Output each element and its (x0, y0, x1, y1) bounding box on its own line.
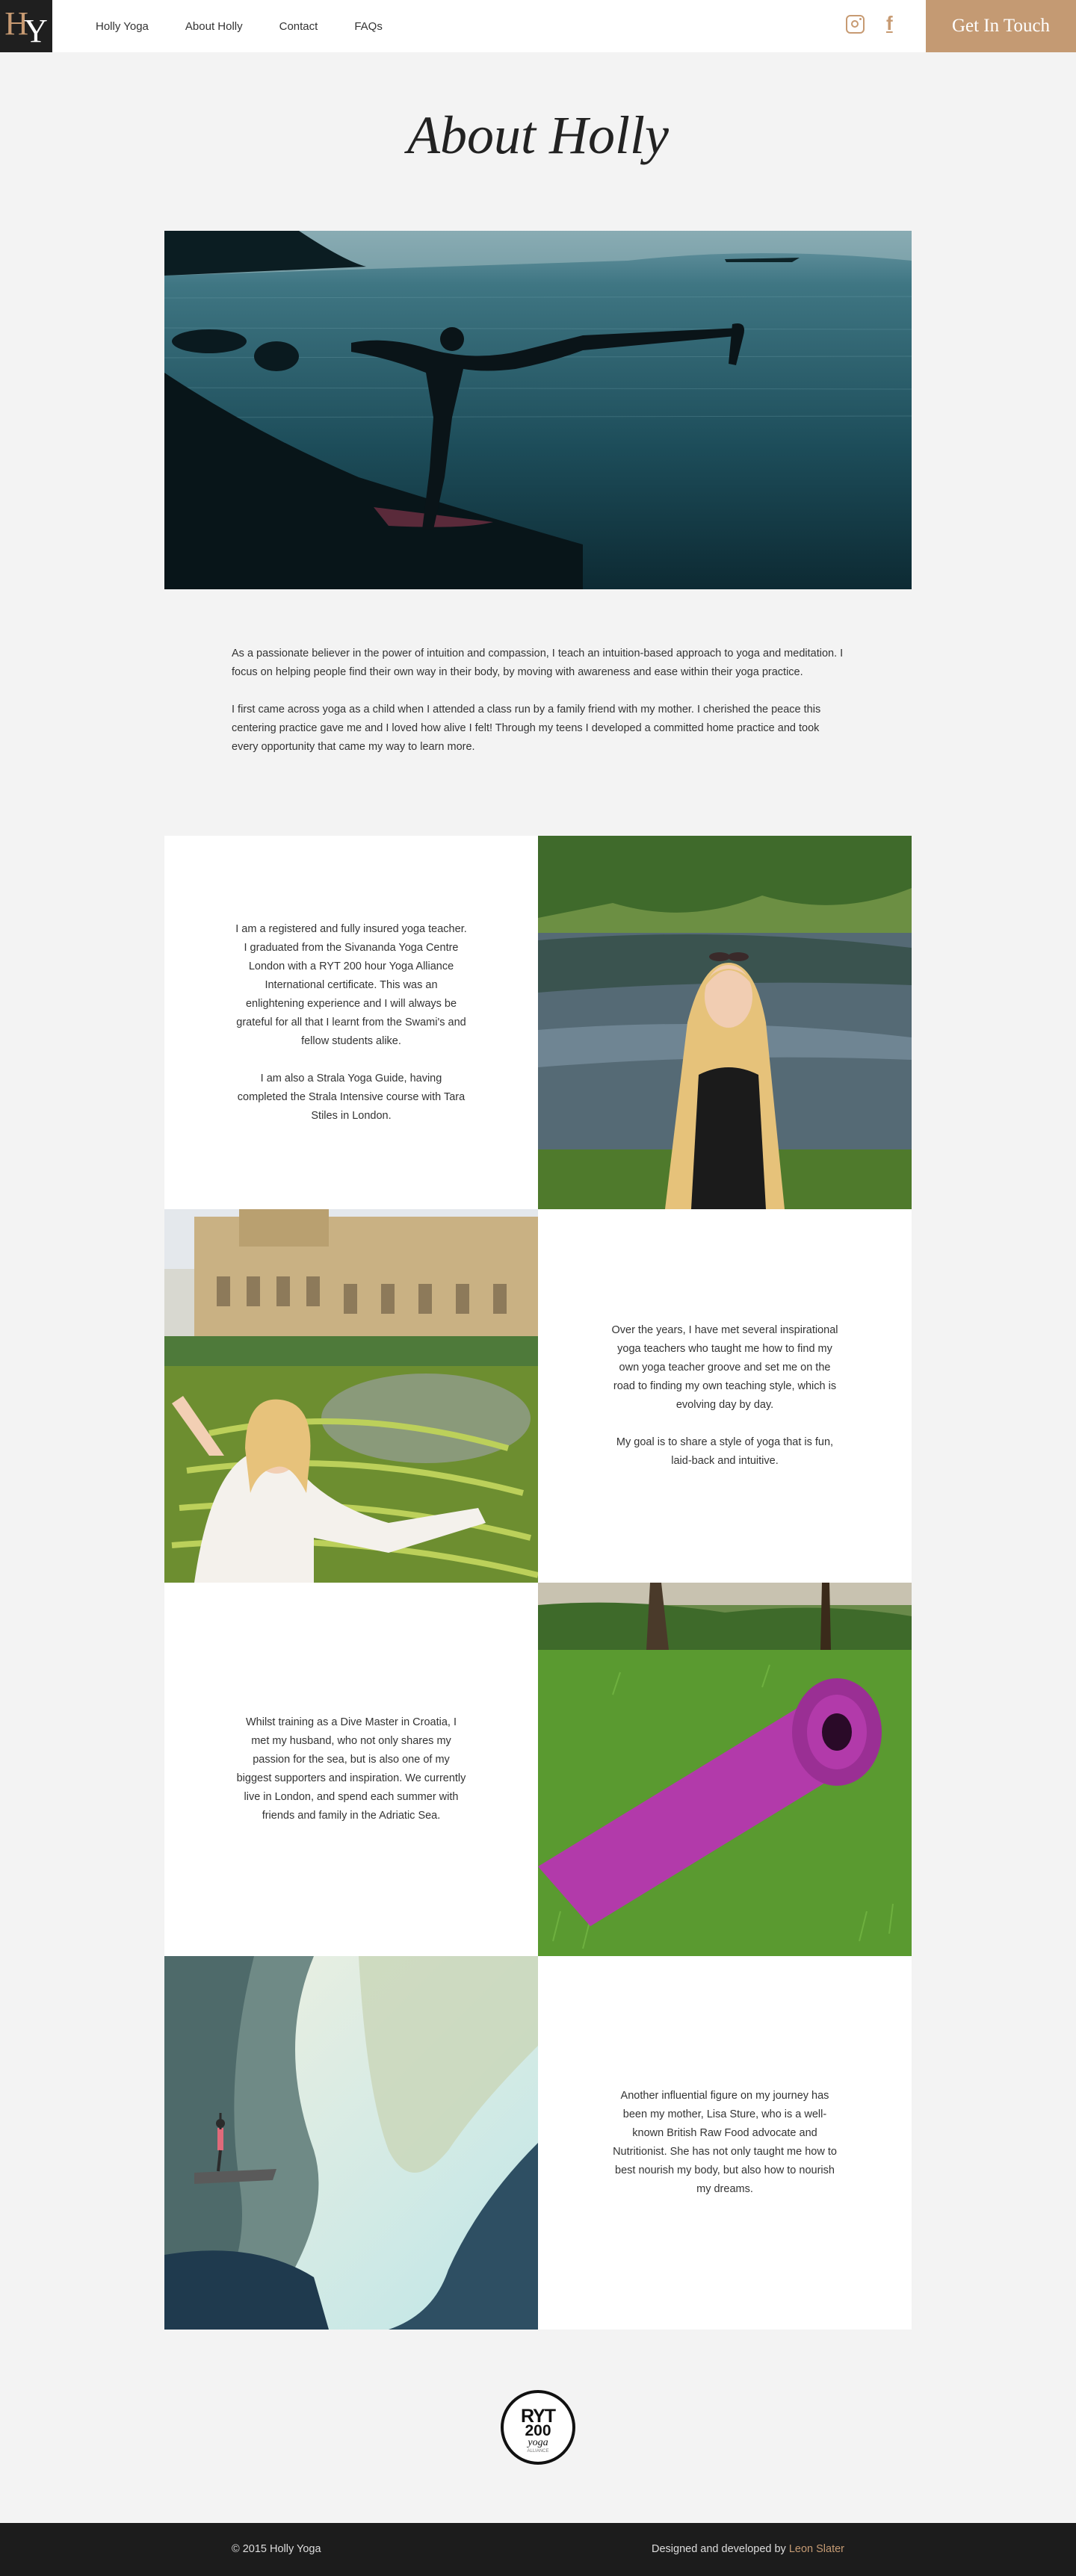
get-in-touch-button[interactable]: Get In Touch (926, 0, 1076, 52)
text-block-teachers: Over the years, I have met several inspi… (538, 1209, 912, 1583)
teachers-paragraph-2: My goal is to share a style of yoga that… (616, 1436, 834, 1467)
ryt-200-yoga-alliance-badge: RYT 200 yoga ALLIANCE (501, 2390, 575, 2465)
copyright-text: © 2015 Holly Yoga (232, 2543, 321, 2555)
credit-link-leon-slater[interactable]: Leon Slater (789, 2543, 844, 2555)
site-footer: © 2015 Holly Yoga Designed and developed… (0, 2523, 1076, 2576)
main-nav: Holly Yoga About Holly Contact FAQs (96, 0, 383, 52)
badge-alliance-text: ALLIANCE (527, 2449, 549, 2454)
intro-paragraph-2: I first came across yoga as a child when… (232, 704, 821, 753)
text-block-mother: Another influential figure on my journey… (538, 1956, 912, 2330)
photo-tree-pose-on-cliff (164, 1956, 538, 2330)
mother-paragraph: Another influential figure on my journey… (613, 2090, 837, 2195)
certification-paragraph-1: I am a registered and fully insured yoga… (235, 922, 467, 1047)
nav-about-holly[interactable]: About Holly (185, 20, 243, 33)
badge-yoga-text: yoga (528, 2437, 548, 2448)
intro-text: As a passionate believer in the power of… (232, 645, 844, 757)
photo-holly-by-river (538, 836, 912, 1209)
text-block-certification: I am a registered and fully insured yoga… (164, 836, 538, 1209)
certification-paragraph-2: I am also a Strala Yoga Guide, having co… (237, 1072, 466, 1122)
nav-holly-yoga[interactable]: Holly Yoga (96, 20, 149, 33)
logo-letter-y: Y (24, 12, 48, 49)
teachers-paragraph-1: Over the years, I have met several inspi… (611, 1324, 838, 1411)
instagram-icon[interactable] (846, 15, 865, 34)
text-block-husband: Whilst training as a Dive Master in Croa… (164, 1583, 538, 1956)
logo-letter-h: H (4, 4, 28, 42)
nav-contact[interactable]: Contact (279, 20, 318, 33)
logo[interactable]: HY (0, 0, 52, 52)
hero-image-yoga-pose-by-sea (164, 231, 912, 589)
photo-holly-at-palace-gardens (164, 1209, 538, 1583)
footer-credit: Designed and developed by Leon Slater (652, 2543, 844, 2555)
site-header: HY Holly Yoga About Holly Contact FAQs f… (0, 0, 1076, 52)
page-title: About Holly (407, 105, 669, 165)
badge-200-text: 200 (525, 2422, 551, 2439)
facebook-icon[interactable]: f (886, 12, 898, 35)
husband-paragraph: Whilst training as a Dive Master in Croa… (236, 1716, 466, 1822)
intro-paragraph-1: As a passionate believer in the power of… (232, 648, 844, 678)
photo-purple-yoga-mat-on-grass (538, 1583, 912, 1956)
nav-faqs[interactable]: FAQs (354, 20, 383, 33)
credit-prefix: Designed and developed by (652, 2543, 786, 2555)
